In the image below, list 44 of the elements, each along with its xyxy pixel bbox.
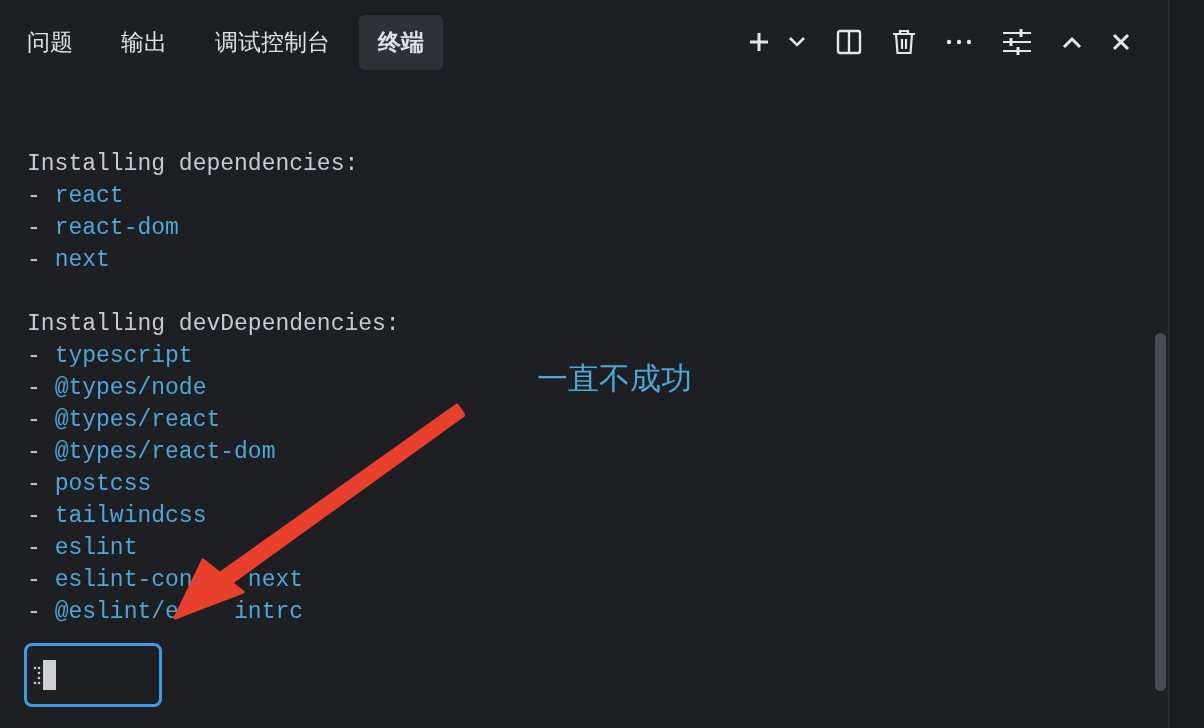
package-name: react [54,183,124,209]
cursor [43,660,56,690]
package-name: eslint [54,535,138,561]
bullet: - [27,183,41,209]
tab[interactable]: 问题 [8,14,92,70]
tab[interactable]: 调试控制台 [196,14,349,70]
package-name-fragment: next [247,567,304,593]
bullet: - [27,567,41,593]
package-name-fragment: eslint-con [54,567,193,593]
bullet: - [27,215,41,241]
bullet: - [27,439,41,465]
bullet: - [27,407,41,433]
bullet: - [27,343,41,369]
bullet: - [27,247,41,273]
annotation-text: 一直不成功 [537,359,692,398]
package-name: @types/node [54,375,207,401]
bullet: - [27,375,41,401]
package-name: tailwindcss [54,503,207,529]
bullet: - [27,503,41,529]
package-name-fragment: intrc [234,599,304,625]
tab[interactable]: 终端 [359,14,443,70]
close-icon[interactable] [1112,33,1130,51]
sliders-icon[interactable] [1002,29,1032,55]
package-name: next [54,247,110,273]
bullet: - [27,535,41,561]
trash-icon[interactable] [892,29,916,55]
terminal-line: Installing devDependencies: [27,310,401,339]
package-name: typescript [54,343,193,369]
spinner-icon [33,665,41,685]
package-name: postcss [54,471,152,497]
terminal-line: Installing dependencies: [27,150,360,179]
bullet: - [27,599,41,625]
chevron-down-icon[interactable] [788,36,806,48]
scrollbar[interactable] [1155,333,1166,691]
chevron-up-icon[interactable] [1062,35,1082,49]
bullet: - [27,471,41,497]
more-icon[interactable] [946,39,972,45]
plus-icon[interactable] [748,31,770,53]
package-name: @types/react [54,407,221,433]
split-icon[interactable] [836,29,862,55]
package-name-fragment: @eslint/e [54,599,179,625]
package-name: @types/react-dom [54,439,276,465]
tab[interactable]: 输出 [102,14,186,70]
package-name: react-dom [54,215,179,241]
